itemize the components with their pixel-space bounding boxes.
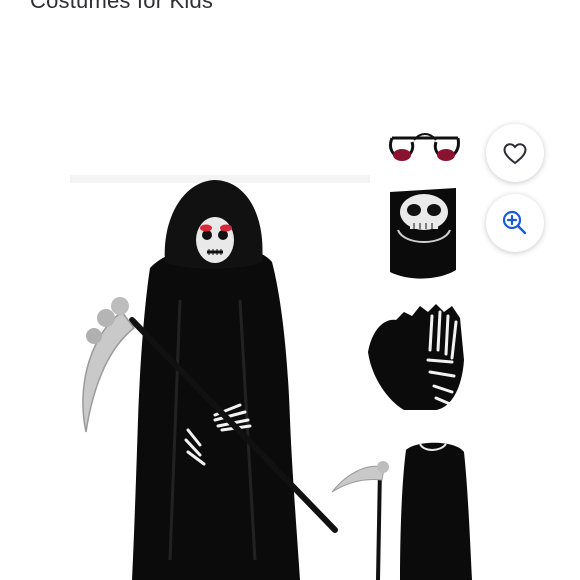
zoom-in-icon: [502, 210, 527, 235]
skull-mask-accessory: [390, 188, 456, 279]
favorite-button[interactable]: [486, 124, 544, 182]
skeleton-gloves-accessory: [368, 304, 464, 410]
product-image[interactable]: [0, 0, 580, 580]
zoom-button[interactable]: [486, 194, 544, 252]
cloak-accessory: [400, 442, 472, 580]
reaper-costume-figure: [132, 180, 300, 580]
small-scythe-accessory: [331, 461, 389, 580]
glasses-accessory: [388, 133, 460, 161]
heart-icon: [503, 143, 527, 165]
